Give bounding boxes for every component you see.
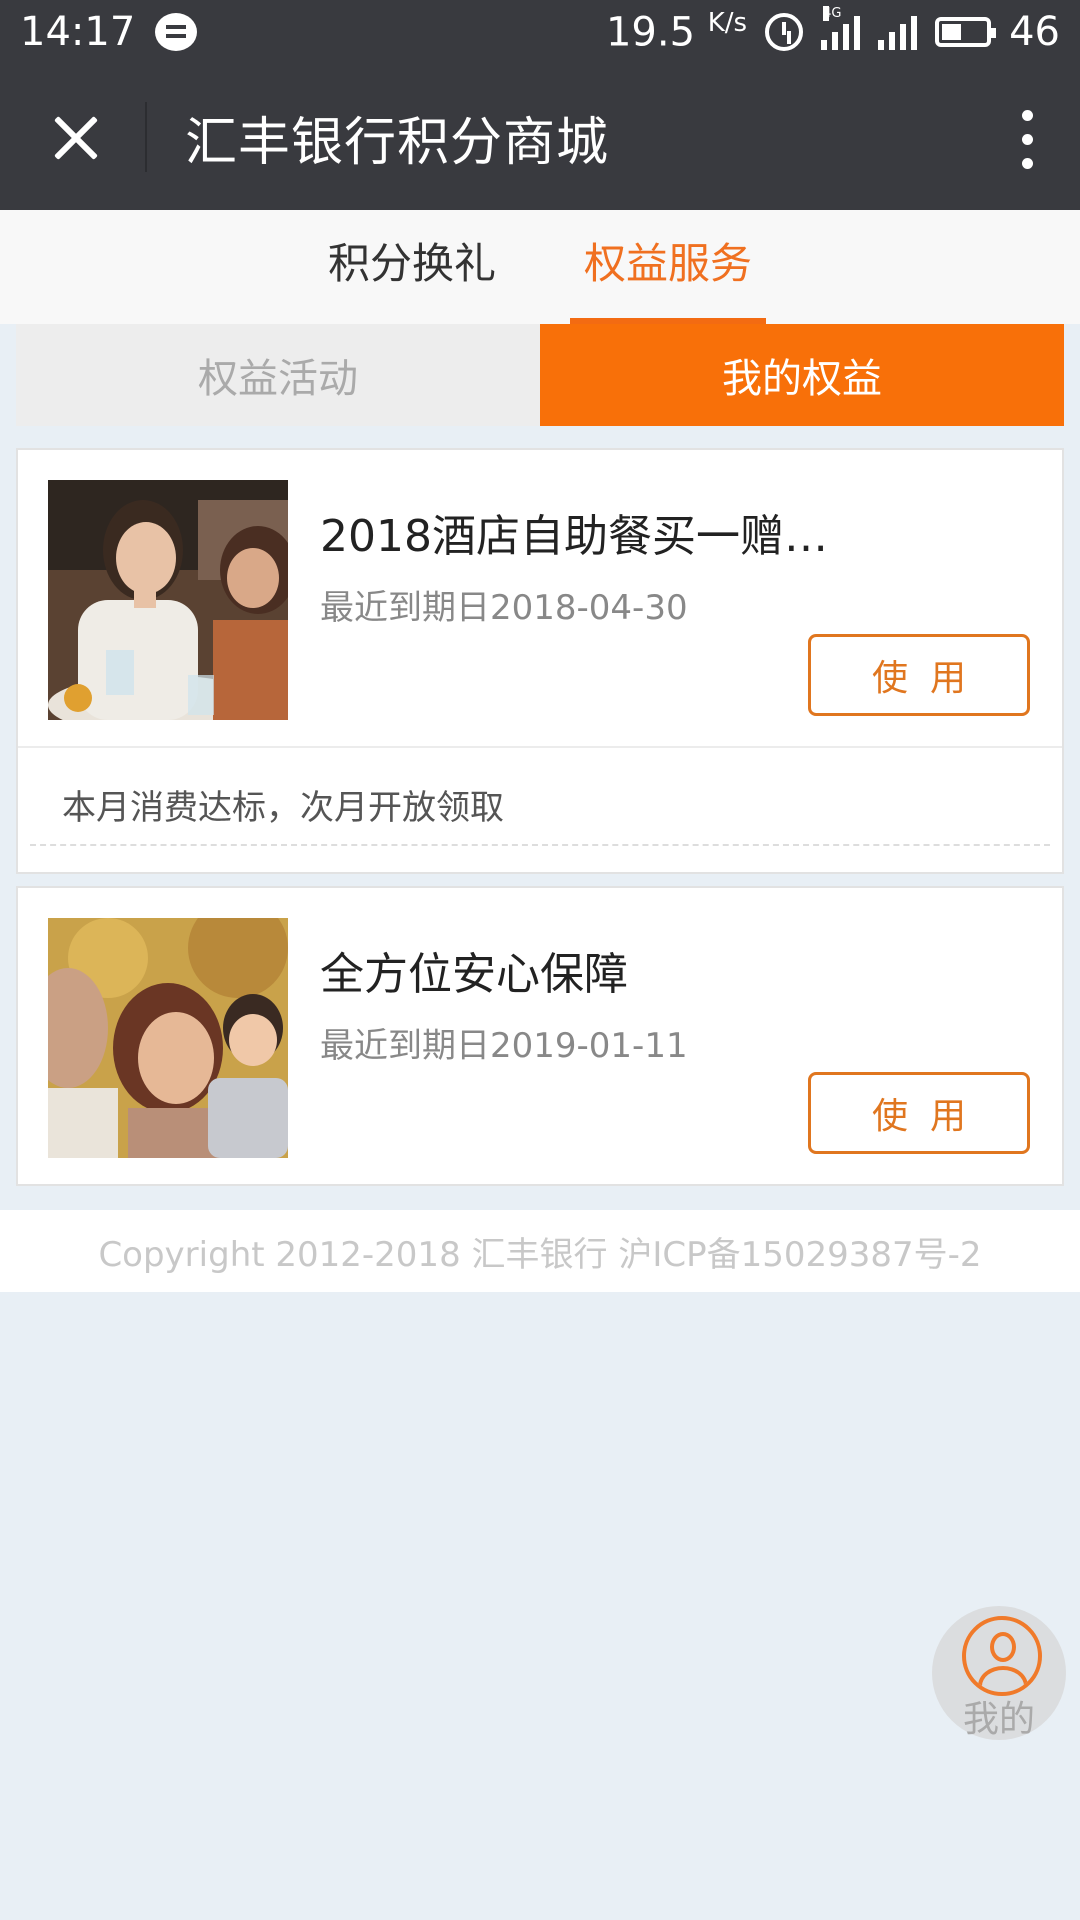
my-account-button[interactable]: 我的: [932, 1606, 1066, 1740]
my-account-label: 我的: [962, 1699, 1035, 1740]
use-button[interactable]: 使用: [808, 634, 1030, 716]
battery-fill: [942, 23, 962, 40]
tab-my-rights[interactable]: 我的权益: [540, 324, 1064, 426]
battery-icon: [935, 16, 997, 47]
benefit-title: 全方位安心保障: [320, 949, 628, 1000]
main-tabs: 积分换礼 权益服务: [0, 210, 1080, 324]
message-icon: [155, 13, 198, 51]
alarm-icon: [765, 12, 804, 51]
signal-icon: [878, 14, 918, 50]
network-speed: 19.5 K/s: [606, 8, 747, 55]
benefit-title: 2018酒店自助餐买一赠…: [320, 511, 828, 562]
benefit-expiry: 最近到期日2019-01-11: [320, 1026, 688, 1066]
benefit-card: 2018酒店自助餐买一赠… 最近到期日2018-04-30 使用 本月消费达标，…: [16, 448, 1064, 874]
benefit-card-main[interactable]: 全方位安心保障 最近到期日2019-01-11 使用: [18, 888, 1062, 1184]
page-title: 汇丰银行积分商城: [185, 112, 610, 173]
benefit-card: 全方位安心保障 最近到期日2019-01-11 使用: [16, 886, 1064, 1186]
status-time: 14:17: [20, 9, 136, 55]
title-divider: [145, 102, 147, 172]
benefit-note-text: 本月消费达标，次月开放领取: [62, 788, 504, 828]
tab-rights-services[interactable]: 权益服务: [570, 210, 767, 324]
tab-points-gifts[interactable]: 积分换礼: [314, 210, 510, 324]
user-icon: [962, 1616, 1042, 1696]
network-speed-value: 19.5: [605, 9, 696, 56]
network-speed-unit: K/s: [707, 8, 748, 39]
title-bar: 汇丰银行积分商城: [0, 64, 1080, 210]
sub-tabs: 权益活动 我的权益: [16, 324, 1064, 426]
use-button[interactable]: 使用: [808, 1072, 1030, 1154]
tab-rights-activities[interactable]: 权益活动: [16, 324, 540, 426]
footer-copyright: Copyright 2012-2018 汇丰银行 沪ICP备15029387号-…: [0, 1210, 1080, 1292]
close-icon[interactable]: [0, 64, 145, 210]
benefit-thumbnail-family: [48, 918, 288, 1158]
benefit-expiry: 最近到期日2018-04-30: [320, 588, 688, 628]
status-bar: 14:17 19.5 K/s 4G 46: [0, 0, 1080, 64]
network-type-label: 4G: [823, 5, 842, 21]
more-vertical-icon[interactable]: [980, 64, 1080, 210]
benefit-thumbnail-buffet: [48, 480, 288, 720]
benefit-card-main[interactable]: 2018酒店自助餐买一赠… 最近到期日2018-04-30 使用: [18, 450, 1062, 746]
signal-4g-icon: 4G: [821, 5, 861, 50]
battery-level: 46: [1009, 8, 1060, 55]
benefit-note: 本月消费达标，次月开放领取: [18, 746, 1062, 872]
status-indicators: 19.5 K/s 4G 46: [606, 5, 1060, 56]
